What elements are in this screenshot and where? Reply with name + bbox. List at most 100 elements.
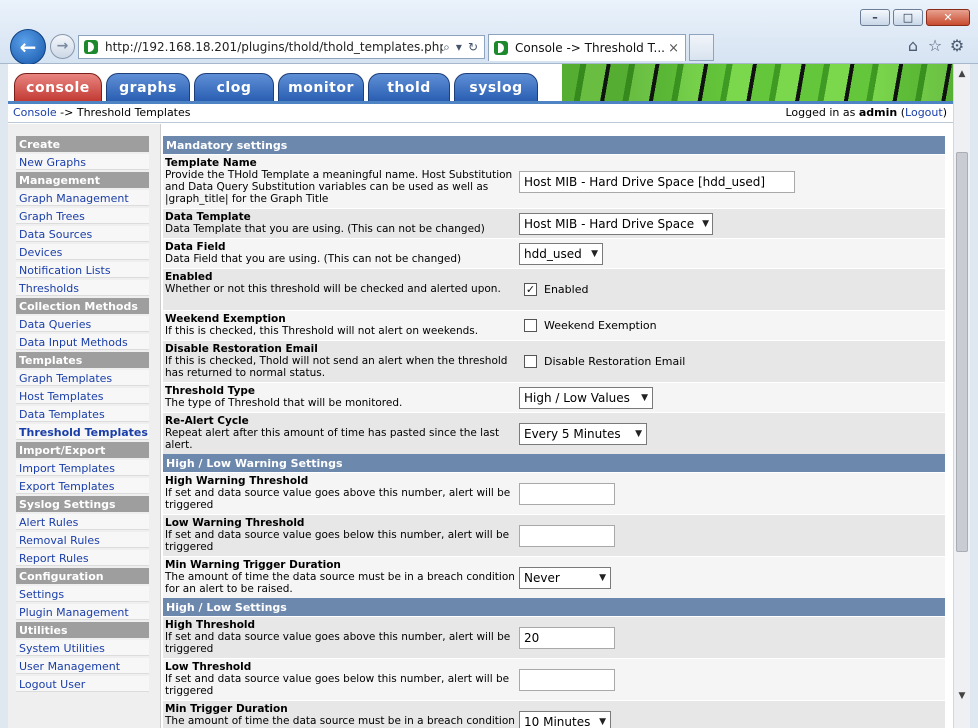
restoration-checkbox-label[interactable]: Disable Restoration Email	[544, 355, 685, 368]
high-threshold-input[interactable]	[519, 626, 615, 649]
tools-gear-icon[interactable]: ⚙	[946, 36, 968, 55]
enabled-desc: Whether or not this threshold will be ch…	[165, 283, 501, 295]
vertical-scrollbar[interactable]: ▲ ▼	[953, 64, 970, 728]
sidebar-item-graph-management[interactable]: Graph Management	[16, 190, 149, 206]
low-threshold-desc: If set and data source value goes below …	[165, 673, 510, 697]
realert-desc: Repeat alert after this amount of time h…	[165, 427, 500, 451]
sidebar-item-devices[interactable]: Devices	[16, 244, 149, 260]
min-warning-duration-title: Min Warning Trigger Duration	[165, 559, 341, 571]
tab-graphs[interactable]: graphs	[106, 73, 190, 101]
low-warning-desc: If set and data source value goes below …	[165, 529, 510, 553]
enabled-title: Enabled	[165, 271, 213, 283]
data-template-select[interactable]: Host MIB - Hard Drive Space ▼	[519, 212, 713, 235]
row-weekend-exemption: Weekend Exemption If this is checked, thi…	[163, 310, 945, 340]
min-trigger-duration-title: Min Trigger Duration	[165, 703, 288, 715]
sidebar-item-data-queries[interactable]: Data Queries	[16, 316, 149, 332]
chevron-down-icon: ▼	[641, 392, 648, 403]
data-field-value: hdd_used	[524, 246, 582, 261]
sidebar-item-graph-trees[interactable]: Graph Trees	[16, 208, 149, 224]
check-icon: ✓	[525, 283, 536, 296]
threshold-template-form: Mandatory settings Template Name Provide …	[163, 136, 945, 728]
realert-title: Re-Alert Cycle	[165, 415, 249, 427]
sidebar-item-plugin-management[interactable]: Plugin Management	[16, 604, 149, 620]
row-realert-cycle: Re-Alert Cycle Repeat alert after this am…	[163, 412, 945, 454]
back-arrow-icon: ←	[19, 35, 37, 59]
sidebar-item-threshold-templates[interactable]: Threshold Templates	[16, 424, 149, 440]
sidebar-item-new-graphs[interactable]: New Graphs	[16, 154, 149, 170]
section-header-warning: High / Low Warning Settings	[163, 454, 945, 472]
sidebar-item-import-templates[interactable]: Import Templates	[16, 460, 149, 476]
enabled-checkbox[interactable]: ✓	[524, 283, 537, 296]
min-warning-duration-desc: The amount of time the data source must …	[165, 571, 515, 595]
sidebar-item-data-input-methods[interactable]: Data Input Methods	[16, 334, 149, 350]
row-low-threshold: Low Threshold If set and data source valu…	[163, 658, 945, 700]
disable-restoration-checkbox[interactable]	[524, 355, 537, 368]
new-tab-button[interactable]	[689, 34, 714, 61]
logout-link[interactable]: Logout	[905, 106, 943, 119]
tab-syslog[interactable]: syslog	[454, 73, 538, 101]
refresh-icon[interactable]: ↻	[468, 40, 478, 54]
favorites-star-icon[interactable]: ☆	[924, 36, 946, 55]
sidebar-item-removal-rules[interactable]: Removal Rules	[16, 532, 149, 548]
sidebar-item-notification-lists[interactable]: Notification Lists	[16, 262, 149, 278]
min-warning-duration-select[interactable]: Never ▼	[519, 566, 611, 589]
sidebar-item-alert-rules[interactable]: Alert Rules	[16, 514, 149, 530]
tab-thold[interactable]: thold	[368, 73, 450, 101]
sidebar-item-settings[interactable]: Settings	[16, 586, 149, 602]
breadcrumb-console-link[interactable]: Console	[13, 106, 57, 119]
threshold-type-select[interactable]: High / Low Values ▼	[519, 386, 653, 409]
sidebar-item-data-sources[interactable]: Data Sources	[16, 226, 149, 242]
min-trigger-duration-select[interactable]: 10 Minutes ▼	[519, 710, 611, 728]
browser-tab[interactable]: Console -> Threshold T... ×	[488, 34, 686, 61]
close-window-button[interactable]: ✕	[926, 9, 970, 26]
tab-monitor[interactable]: monitor	[278, 73, 364, 101]
address-url[interactable]: http://192.168.18.201/plugins/thold/thol…	[105, 40, 443, 54]
realert-value: Every 5 Minutes	[524, 426, 621, 441]
weekend-exemption-checkbox[interactable]	[524, 319, 537, 332]
low-threshold-input[interactable]	[519, 668, 615, 691]
tab-clog[interactable]: clog	[194, 73, 274, 101]
sidebar-item-report-rules[interactable]: Report Rules	[16, 550, 149, 566]
sidebar-item-user-management[interactable]: User Management	[16, 658, 149, 674]
sidebar-item-export-templates[interactable]: Export Templates	[16, 478, 149, 494]
sidebar-item-thresholds[interactable]: Thresholds	[16, 280, 149, 296]
low-threshold-title: Low Threshold	[165, 661, 252, 673]
tab-close-icon[interactable]: ×	[668, 41, 679, 56]
sidebar-section-create: Create	[16, 136, 149, 152]
search-icon[interactable]: ⌕	[443, 40, 450, 55]
enabled-checkbox-label[interactable]: Enabled	[544, 283, 588, 296]
template-name-input[interactable]	[519, 170, 795, 193]
sidebar-item-data-templates[interactable]: Data Templates	[16, 406, 149, 422]
maximize-button[interactable]: □	[893, 9, 923, 26]
scrollbar-thumb[interactable]	[956, 152, 968, 552]
data-field-select[interactable]: hdd_used ▼	[519, 242, 603, 265]
high-warning-input[interactable]	[519, 482, 615, 505]
scroll-up-icon[interactable]: ▲	[954, 66, 970, 82]
sidebar-item-graph-templates[interactable]: Graph Templates	[16, 370, 149, 386]
restoration-title: Disable Restoration Email	[165, 343, 318, 355]
forward-button[interactable]: →	[50, 34, 75, 59]
data-field-title: Data Field	[165, 241, 226, 253]
low-warning-input[interactable]	[519, 524, 615, 547]
address-bar[interactable]: http://192.168.18.201/plugins/thold/thol…	[78, 35, 485, 59]
forward-arrow-icon: →	[56, 38, 69, 54]
sidebar: Create New Graphs Management Graph Manageme…	[8, 124, 161, 728]
home-icon[interactable]: ⌂	[902, 36, 924, 55]
minimize-button[interactable]: –	[860, 9, 890, 26]
high-threshold-title: High Threshold	[165, 619, 256, 631]
sidebar-item-host-templates[interactable]: Host Templates	[16, 388, 149, 404]
scroll-down-icon[interactable]: ▼	[954, 688, 970, 704]
realert-cycle-select[interactable]: Every 5 Minutes ▼	[519, 422, 647, 445]
data-template-value: Host MIB - Hard Drive Space	[524, 216, 695, 231]
weekend-checkbox-label[interactable]: Weekend Exemption	[544, 319, 657, 332]
chevron-down-icon: ▼	[599, 572, 606, 583]
threshold-type-title: Threshold Type	[165, 385, 256, 397]
tab-console[interactable]: console	[14, 73, 102, 101]
sidebar-section-management: Management	[16, 172, 149, 188]
address-dropdown-icon[interactable]: ▾	[456, 40, 462, 54]
sidebar-item-logout-user[interactable]: Logout User	[16, 676, 149, 692]
sidebar-item-system-utilities[interactable]: System Utilities	[16, 640, 149, 656]
back-button[interactable]: ←	[10, 29, 46, 65]
row-threshold-type: Threshold Type The type of Threshold that…	[163, 382, 945, 412]
sidebar-section-utilities: Utilities	[16, 622, 149, 638]
